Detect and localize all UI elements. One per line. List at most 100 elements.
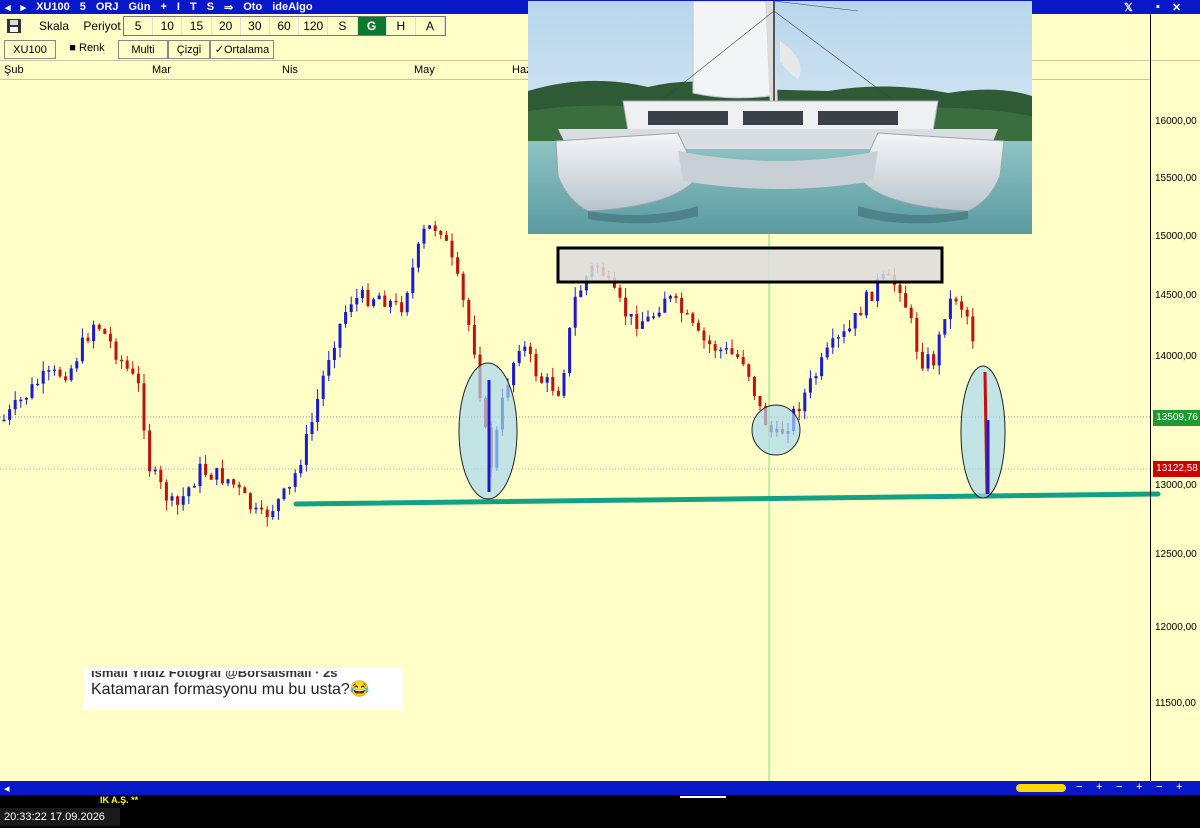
candle-body bbox=[131, 368, 135, 374]
candle-body bbox=[36, 383, 40, 386]
candle-body bbox=[652, 316, 656, 318]
candle-body bbox=[797, 408, 801, 412]
candle-body bbox=[159, 469, 163, 483]
candle-body bbox=[69, 368, 73, 381]
candle-body bbox=[904, 293, 908, 308]
candle-body bbox=[282, 488, 286, 500]
minus-icon[interactable]: − bbox=[1156, 781, 1162, 793]
candle-body bbox=[674, 295, 678, 298]
candle-body bbox=[310, 422, 314, 434]
horizontal-scrollbar[interactable]: ◂ − + − + − + bbox=[0, 781, 1200, 795]
candle-body bbox=[276, 499, 280, 512]
candle-body bbox=[685, 313, 689, 315]
candle-body bbox=[411, 267, 415, 293]
candle-body bbox=[187, 487, 191, 497]
candle-body bbox=[943, 319, 947, 335]
candle-body bbox=[142, 383, 146, 431]
candle-body bbox=[344, 312, 348, 324]
candle-body bbox=[360, 289, 364, 298]
candle-body bbox=[416, 243, 420, 268]
candle-body bbox=[439, 230, 443, 235]
candle-body bbox=[864, 291, 868, 316]
plus-icon[interactable]: + bbox=[1176, 781, 1182, 793]
candle-body bbox=[394, 300, 398, 303]
candle-body bbox=[724, 348, 728, 350]
candle-body bbox=[747, 364, 751, 377]
price-tick-11500: 11500,00 bbox=[1155, 698, 1196, 709]
candle-body bbox=[713, 344, 717, 351]
catamaran-photo bbox=[528, 1, 1032, 234]
candle-body bbox=[545, 377, 549, 383]
candle-body bbox=[120, 359, 124, 362]
candle-body bbox=[528, 346, 532, 354]
status-indicator bbox=[680, 796, 726, 798]
candle-body bbox=[825, 347, 829, 358]
highlight-ellipse-3 bbox=[960, 365, 1006, 499]
candle-body bbox=[461, 273, 465, 300]
candle-body bbox=[730, 348, 734, 355]
candle-body bbox=[635, 314, 639, 329]
scroll-thumb[interactable] bbox=[1016, 784, 1066, 792]
candle-body bbox=[433, 225, 437, 231]
candle-body bbox=[629, 314, 633, 317]
candle-body bbox=[422, 228, 426, 244]
candle-body bbox=[24, 397, 28, 400]
candle-body bbox=[540, 376, 544, 383]
candle-body bbox=[2, 419, 6, 422]
candle-body bbox=[86, 337, 90, 341]
candle-body bbox=[853, 313, 857, 329]
candle-body bbox=[181, 496, 185, 505]
scroll-left-icon[interactable]: ◂ bbox=[4, 782, 10, 795]
candle-body bbox=[808, 378, 812, 393]
candle-body bbox=[915, 318, 919, 352]
candle-body bbox=[405, 292, 409, 313]
candle-body bbox=[125, 360, 129, 369]
candle-body bbox=[316, 398, 320, 422]
candle-body bbox=[108, 333, 112, 342]
candle-body bbox=[646, 316, 650, 322]
candle-body bbox=[820, 357, 824, 377]
resistance-box bbox=[556, 246, 944, 284]
candle-body bbox=[198, 463, 202, 487]
candle-body bbox=[332, 347, 336, 360]
candle-body bbox=[668, 295, 672, 299]
ticker-fragment: IK A.Ş. ** bbox=[100, 795, 139, 805]
price-tick-15500: 15500,00 bbox=[1155, 173, 1197, 184]
candle-body bbox=[58, 369, 62, 377]
status-timestamp: 20:33:22 17.09.2026 bbox=[0, 808, 120, 826]
candle-body bbox=[909, 307, 913, 319]
zoom-out-2-icon[interactable]: − bbox=[1116, 781, 1122, 793]
candle-body bbox=[75, 361, 79, 369]
candle-body bbox=[64, 376, 68, 381]
candle-body bbox=[831, 338, 835, 348]
candle-body bbox=[456, 257, 460, 274]
tweet-header: İsmail Yıldız Fotoğraf @Borsaismail · 2s bbox=[91, 665, 338, 680]
candle-body bbox=[265, 509, 269, 518]
candle-body bbox=[948, 298, 952, 320]
candle-body bbox=[226, 479, 230, 484]
candle-body bbox=[568, 327, 572, 373]
candle-body bbox=[293, 473, 297, 487]
candle-body bbox=[618, 287, 622, 298]
zoom-in-icon[interactable]: + bbox=[1096, 781, 1102, 793]
candle-body bbox=[898, 284, 902, 293]
candle-body bbox=[702, 330, 706, 341]
candle-body bbox=[366, 289, 370, 306]
candle-body bbox=[209, 474, 213, 480]
candle-body bbox=[30, 384, 34, 398]
candle-body bbox=[954, 298, 958, 302]
candle-body bbox=[237, 484, 241, 488]
tweet-text: Katamaran formasyonu mu bu usta?😂 bbox=[91, 681, 370, 698]
candle-body bbox=[47, 370, 51, 372]
candle-body bbox=[377, 295, 381, 300]
candle-body bbox=[349, 304, 353, 312]
candle-body bbox=[624, 297, 628, 317]
candle-body bbox=[153, 469, 157, 472]
candle-body bbox=[428, 225, 432, 229]
candle-body bbox=[556, 391, 560, 396]
price-tick-15000: 15000,00 bbox=[1155, 231, 1197, 242]
zoom-in-2-icon[interactable]: + bbox=[1136, 781, 1142, 793]
candle-body bbox=[573, 296, 577, 328]
zoom-out-icon[interactable]: − bbox=[1076, 781, 1082, 793]
candle-body bbox=[327, 360, 331, 376]
